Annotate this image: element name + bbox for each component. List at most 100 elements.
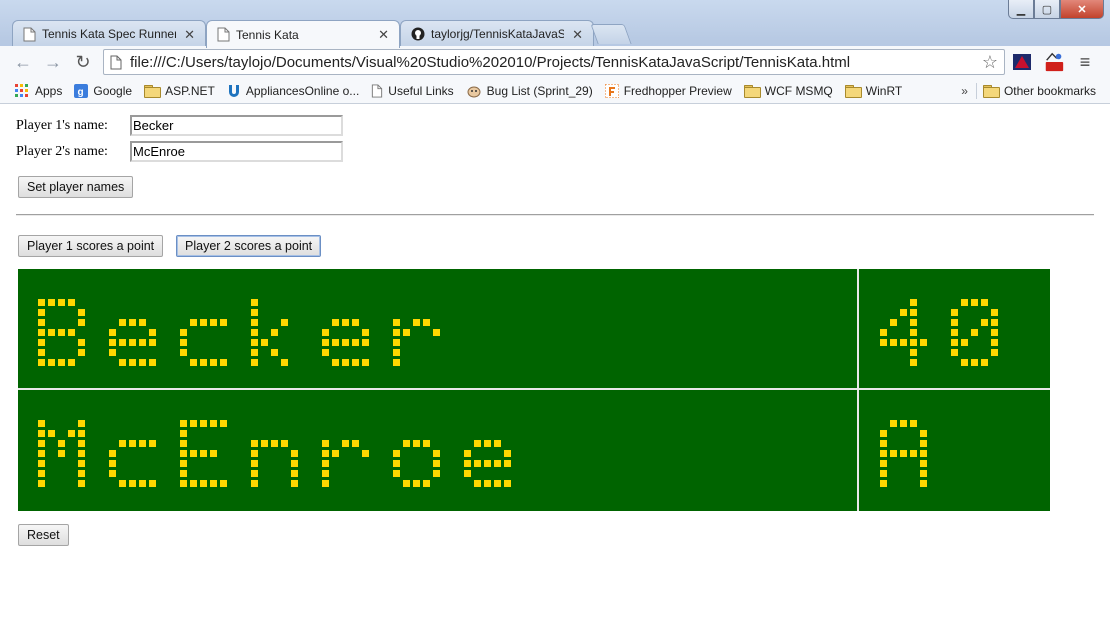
led-dot xyxy=(220,319,227,326)
scoreboard-row-divider xyxy=(18,388,1050,390)
led-dot xyxy=(900,309,907,316)
led-dot xyxy=(190,480,197,487)
led-dot xyxy=(951,339,958,346)
led-dot xyxy=(352,319,359,326)
led-dot xyxy=(423,319,430,326)
led-dot xyxy=(78,339,85,346)
led-dot xyxy=(494,460,501,467)
minimize-icon[interactable]: ▁ xyxy=(1008,0,1034,19)
led-dot xyxy=(38,319,45,326)
led-dot xyxy=(322,349,329,356)
led-dot xyxy=(251,359,258,366)
led-dot xyxy=(220,359,227,366)
led-dot xyxy=(180,339,187,346)
led-dot xyxy=(991,339,998,346)
google-icon: g xyxy=(74,83,89,98)
led-dot xyxy=(474,480,481,487)
tab-strip: Tennis Kata Spec Runner ✕ Tennis Kata ✕ … xyxy=(0,14,1000,48)
led-char xyxy=(180,420,227,487)
led-dot xyxy=(393,470,400,477)
bookmark-google[interactable]: g Google xyxy=(68,80,138,102)
led-dot xyxy=(38,339,45,346)
close-icon[interactable]: ✕ xyxy=(572,28,583,41)
led-dot xyxy=(200,450,207,457)
player2-scores-button[interactable]: Player 2 scores a point xyxy=(176,235,322,257)
led-dot xyxy=(200,359,207,366)
led-dot xyxy=(149,359,156,366)
bookmark-label: Apps xyxy=(35,83,63,98)
led-dot xyxy=(68,329,75,336)
player2-name-input[interactable] xyxy=(130,141,343,162)
led-dot xyxy=(38,440,45,447)
led-dot xyxy=(78,430,85,437)
bookmark-aspnet[interactable]: ASP.NET xyxy=(138,80,221,102)
led-dot xyxy=(38,309,45,316)
led-dot xyxy=(393,359,400,366)
extension-icon[interactable] xyxy=(1011,51,1033,73)
window-controls: ▁ ▢ ✕ xyxy=(1008,0,1104,19)
led-dot xyxy=(261,339,268,346)
bookmarks-overflow-chevron[interactable]: » xyxy=(953,84,976,98)
led-dot xyxy=(920,440,927,447)
bookmark-useful-links[interactable]: Useful Links xyxy=(365,80,459,102)
folder-icon xyxy=(743,84,761,98)
led-dot xyxy=(251,299,258,306)
address-input[interactable] xyxy=(130,53,982,71)
led-dot xyxy=(38,329,45,336)
tab-github[interactable]: taylorjg/TennisKataJavaSc ✕ xyxy=(400,20,594,47)
tab-title: taylorjg/TennisKataJavaSc xyxy=(431,27,565,41)
led-dot xyxy=(474,460,481,467)
reset-button[interactable]: Reset xyxy=(18,524,69,546)
led-char xyxy=(880,299,927,366)
tab-spec-runner[interactable]: Tennis Kata Spec Runner ✕ xyxy=(12,20,206,47)
close-icon[interactable]: ✕ xyxy=(378,28,389,41)
led-dot xyxy=(251,480,258,487)
led-dot xyxy=(119,480,126,487)
scoreboard xyxy=(18,269,1050,511)
led-dot xyxy=(464,450,471,457)
led-char xyxy=(109,440,156,487)
forward-icon[interactable]: → xyxy=(42,51,64,73)
led-dot xyxy=(961,339,968,346)
led-dot xyxy=(251,309,258,316)
led-dot xyxy=(180,420,187,427)
close-window-icon[interactable]: ✕ xyxy=(1060,0,1104,19)
led-dot xyxy=(78,450,85,457)
led-dot xyxy=(109,329,116,336)
address-bar[interactable]: ☆ xyxy=(103,49,1005,75)
bookmark-winrt[interactable]: WinRT xyxy=(839,80,908,102)
back-icon[interactable]: ← xyxy=(12,51,34,73)
led-dot xyxy=(910,299,917,306)
bookmark-apps[interactable]: Apps xyxy=(0,80,68,102)
star-icon[interactable]: ☆ xyxy=(982,52,998,73)
maximize-icon[interactable]: ▢ xyxy=(1034,0,1060,19)
led-dot xyxy=(991,319,998,326)
led-dot xyxy=(190,359,197,366)
player1-name-input[interactable] xyxy=(130,115,343,136)
led-dot xyxy=(880,329,887,336)
led-dot xyxy=(119,440,126,447)
bookmark-bug-list[interactable]: Bug List (Sprint_29) xyxy=(460,80,599,102)
bookmark-wcf-msmq[interactable]: WCF MSMQ xyxy=(738,80,839,102)
close-icon[interactable]: ✕ xyxy=(184,28,195,41)
player1-scores-button[interactable]: Player 1 scores a point xyxy=(18,235,164,257)
menu-icon[interactable]: ≡ xyxy=(1076,52,1094,72)
scoreboard-column-divider xyxy=(857,269,859,511)
bookmark-appliancesonline[interactable]: AppliancesOnline o... xyxy=(221,80,365,102)
led-dot xyxy=(322,480,329,487)
extension-on-icon[interactable] xyxy=(1043,51,1065,73)
bookmark-fredhopper[interactable]: Fredhopper Preview xyxy=(599,80,738,102)
led-dot xyxy=(413,319,420,326)
led-dot xyxy=(920,339,927,346)
led-dot xyxy=(251,470,258,477)
led-char xyxy=(951,299,998,366)
set-player-names-button[interactable]: Set player names xyxy=(18,176,134,198)
reload-icon[interactable]: ↻ xyxy=(72,51,94,73)
led-dot xyxy=(271,440,278,447)
led-dot xyxy=(910,359,917,366)
led-dot xyxy=(920,480,927,487)
new-tab-button[interactable] xyxy=(590,24,632,44)
led-dot xyxy=(951,309,958,316)
bookmark-other[interactable]: Other bookmarks xyxy=(977,80,1110,102)
tab-tennis-kata[interactable]: Tennis Kata ✕ xyxy=(206,20,400,48)
